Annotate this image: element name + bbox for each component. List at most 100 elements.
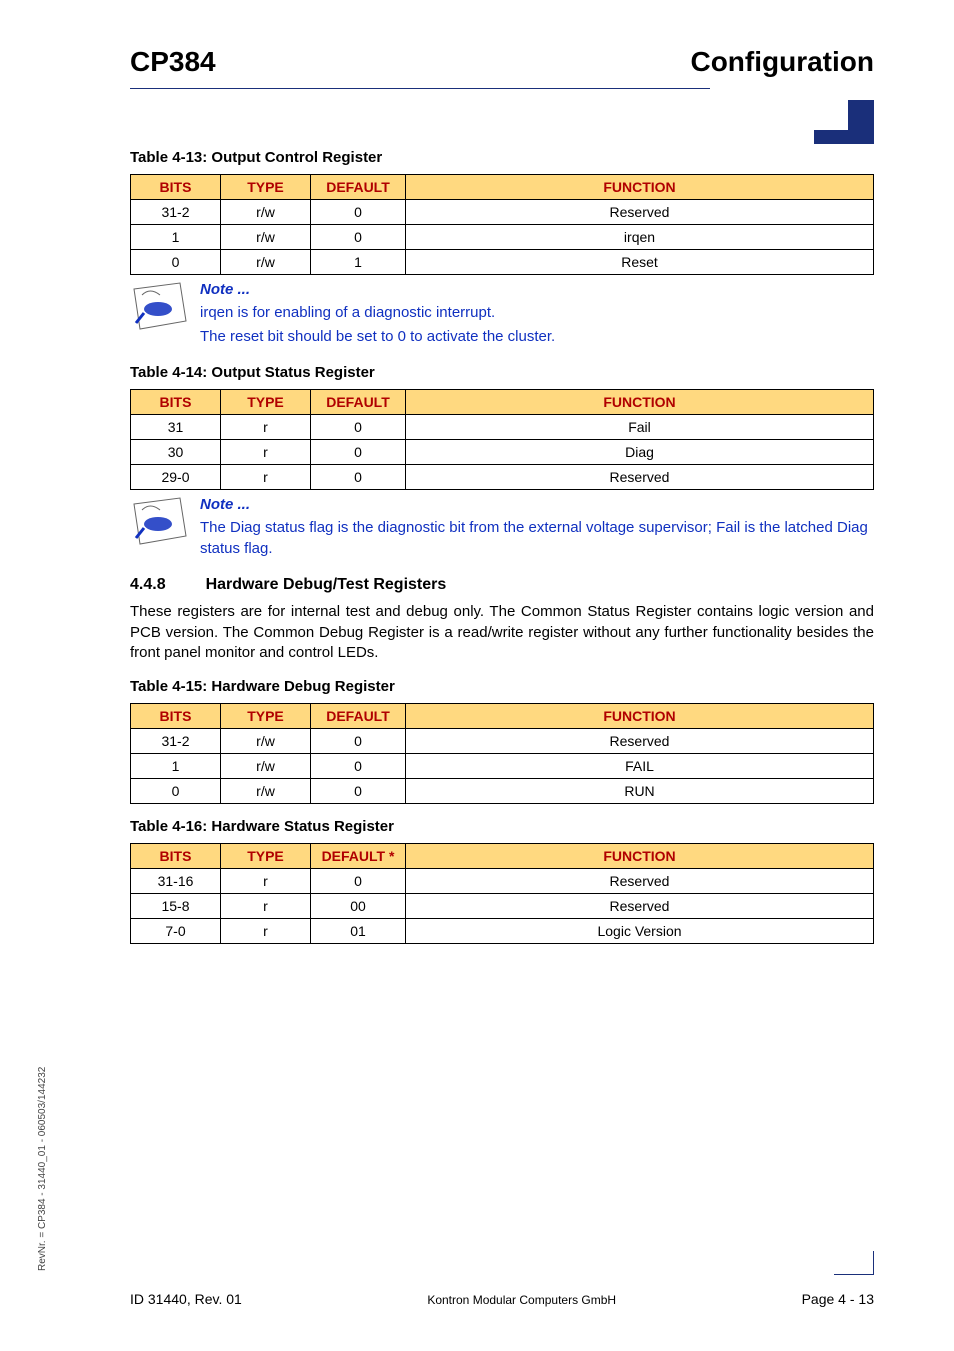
cell: r/w [221,225,311,250]
table-4-14: BITS TYPE DEFAULT FUNCTION 31 r 0 Fail 3… [130,389,874,490]
table-4-16: BITS TYPE DEFAULT * FUNCTION 31-16 r 0 R… [130,843,874,944]
table-4-14-caption: Table 4-14: Output Status Register [130,364,874,381]
cell: 29-0 [131,464,221,489]
cell: 31-16 [131,869,221,894]
section-number: 4.4.8 [130,576,166,594]
table-row: 15-8 r 00 Reserved [131,894,874,919]
cell: 15-8 [131,894,221,919]
col-header: DEFAULT [311,704,406,729]
table-row: 31 r 0 Fail [131,414,874,439]
cell: 31 [131,414,221,439]
cell: r [221,414,311,439]
cell: 7-0 [131,919,221,944]
col-header: BITS [131,175,221,200]
cell: 0 [311,225,406,250]
cell: Reserved [406,869,874,894]
note-heading: Note ... [200,496,874,513]
cell: r [221,919,311,944]
brand-logo-icon [814,100,874,144]
note-line: irqen is for enabling of a diagnostic in… [200,302,874,324]
table-row: 0 r/w 0 RUN [131,779,874,804]
col-header: FUNCTION [406,844,874,869]
col-header: TYPE [221,704,311,729]
note-icon [130,496,188,551]
cell: RUN [406,779,874,804]
col-header: TYPE [221,389,311,414]
col-header: BITS [131,844,221,869]
cell: 1 [131,225,221,250]
cell: 0 [311,729,406,754]
cell: Reserved [406,894,874,919]
col-header: TYPE [221,175,311,200]
cell: r [221,869,311,894]
table-row: 31-16 r 0 Reserved [131,869,874,894]
cell: r [221,439,311,464]
cell: irqen [406,225,874,250]
cell: r/w [221,779,311,804]
cell: 0 [311,869,406,894]
header-rule [130,88,710,89]
note-line: The reset bit should be set to 0 to acti… [200,326,874,348]
cell: 0 [311,754,406,779]
table-4-15: BITS TYPE DEFAULT FUNCTION 31-2 r/w 0 Re… [130,703,874,804]
doc-header-left: CP384 [130,46,216,78]
table-row: 7-0 r 01 Logic Version [131,919,874,944]
table-row: 30 r 0 Diag [131,439,874,464]
table-4-13: BITS TYPE DEFAULT FUNCTION 31-2 r/w 0 Re… [130,174,874,275]
cell: Reserved [406,729,874,754]
col-header: FUNCTION [406,175,874,200]
cell: r/w [221,200,311,225]
note-icon [130,281,188,336]
table-4-16-caption: Table 4-16: Hardware Status Register [130,818,874,835]
col-header: DEFAULT [311,389,406,414]
cell: 0 [311,464,406,489]
cell: FAIL [406,754,874,779]
cell: 30 [131,439,221,464]
note-heading: Note ... [200,281,874,298]
col-header: BITS [131,704,221,729]
cell: Reserved [406,464,874,489]
cell: r/w [221,754,311,779]
cell: Reserved [406,200,874,225]
cell: 0 [311,200,406,225]
footer-center: Kontron Modular Computers GmbH [427,1293,616,1307]
col-header: DEFAULT * [311,844,406,869]
cell: Diag [406,439,874,464]
cell: 00 [311,894,406,919]
note-line: The Diag status flag is the diagnostic b… [200,517,874,561]
cell: 31-2 [131,729,221,754]
table-row: 1 r/w 0 irqen [131,225,874,250]
cell: r/w [221,729,311,754]
col-header: TYPE [221,844,311,869]
cell: 31-2 [131,200,221,225]
footer-corner-rule-icon [834,1251,874,1275]
col-header: BITS [131,389,221,414]
cell: 1 [311,250,406,275]
footer-right: Page 4 - 13 [802,1291,874,1307]
cell: Logic Version [406,919,874,944]
doc-header-right: Configuration [690,46,874,78]
col-header: FUNCTION [406,389,874,414]
table-row: 31-2 r/w 0 Reserved [131,200,874,225]
cell: Fail [406,414,874,439]
section-paragraph: These registers are for internal test an… [130,602,874,664]
cell: Reset [406,250,874,275]
table-4-13-caption: Table 4-13: Output Control Register [130,149,874,166]
table-row: 31-2 r/w 0 Reserved [131,729,874,754]
col-header: FUNCTION [406,704,874,729]
table-4-15-caption: Table 4-15: Hardware Debug Register [130,678,874,695]
cell: 0 [311,414,406,439]
cell: 0 [311,779,406,804]
cell: r [221,464,311,489]
footer-left: ID 31440, Rev. 01 [130,1291,242,1307]
cell: 0 [131,250,221,275]
cell: 01 [311,919,406,944]
cell: 0 [131,779,221,804]
table-row: 29-0 r 0 Reserved [131,464,874,489]
section-title: Hardware Debug/Test Registers [206,576,447,594]
cell: 1 [131,754,221,779]
cell: r [221,894,311,919]
cell: r/w [221,250,311,275]
table-row: 1 r/w 0 FAIL [131,754,874,779]
table-row: 0 r/w 1 Reset [131,250,874,275]
